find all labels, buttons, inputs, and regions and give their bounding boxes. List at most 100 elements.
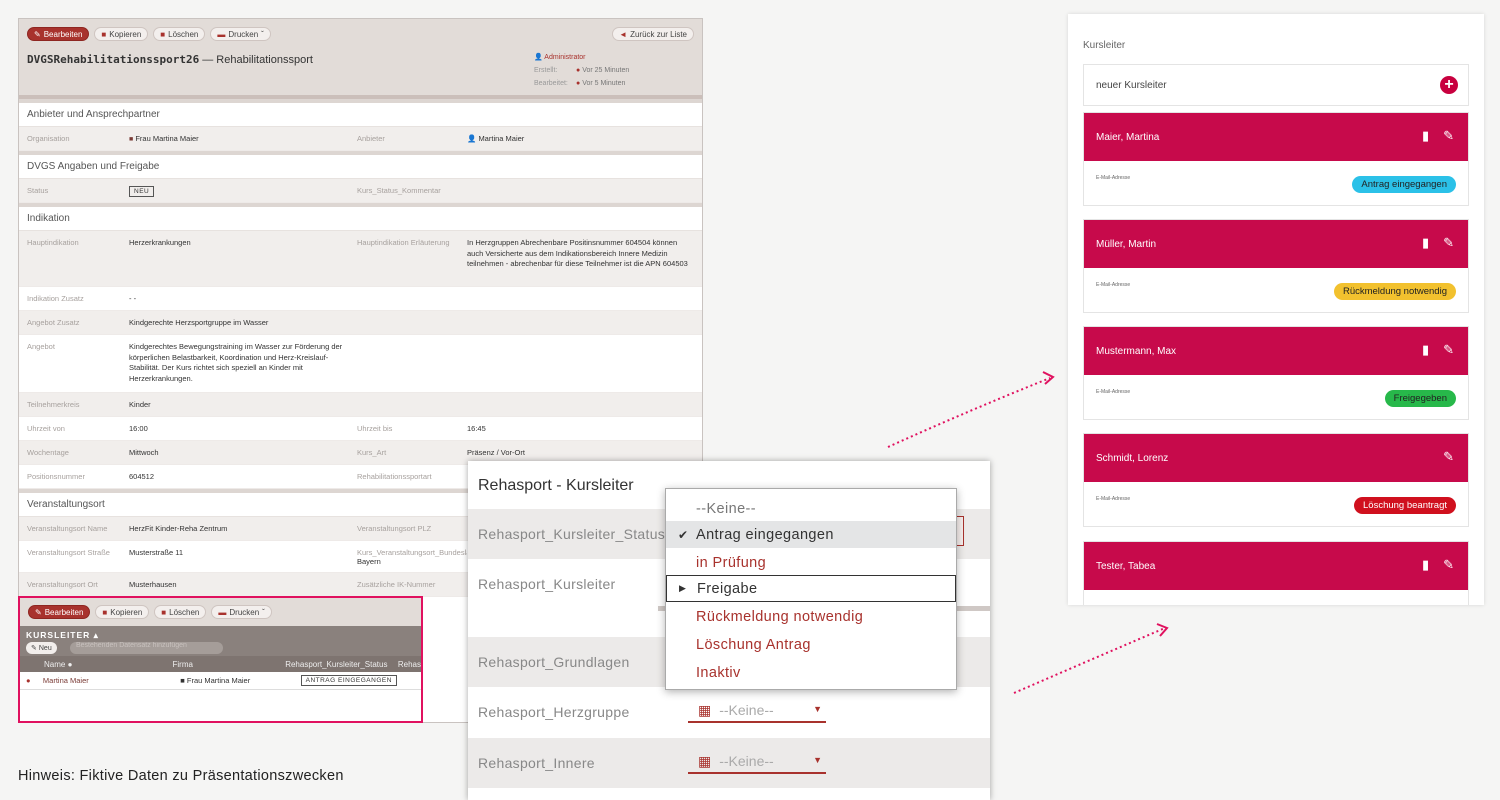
option-in-review[interactable]: in Prüfung <box>666 549 956 576</box>
card-body: E-Mail-Adresse Freigegeben <box>1084 375 1468 421</box>
trash-icon[interactable]: ▮ <box>1422 557 1429 573</box>
copy-button[interactable]: ■ Kopieren <box>94 27 149 41</box>
option-feedback[interactable]: Rückmeldung notwendig <box>666 603 956 630</box>
section-title: DVGS Angaben und Freigabe <box>19 155 702 179</box>
pencil-icon: ✎ <box>34 29 41 39</box>
org-link[interactable]: Frau Martina Maier <box>135 134 198 143</box>
column-company[interactable]: Firma <box>173 660 286 669</box>
arrow-left-icon: ◄ <box>619 29 628 39</box>
new-kursleiter-row[interactable]: neuer Kursleiter + <box>1083 64 1469 106</box>
status-badge: Löschung beantragt <box>1354 497 1456 514</box>
copy-icon: ■ <box>102 607 108 617</box>
subpanel-toolbar: ✎ Bearbeiten ■ Kopieren ■ Löschen ▬ Drucken ˇ <box>20 598 421 626</box>
section-dvgs: DVGS Angaben und Freigabe Status NEU Kur… <box>19 151 702 203</box>
field-value: Kinder <box>129 400 151 409</box>
status-badge: Rückmeldung notwendig <box>1333 283 1456 300</box>
add-existing-button[interactable]: Bestehenden Datensatz hinzufügen <box>70 642 223 654</box>
status-dropdown[interactable]: --Keine-- ✔ Antrag eingegangen in Prüfung… <box>665 488 957 690</box>
delete-button[interactable]: ■ Löschen <box>153 27 206 41</box>
record-code: DVGSRehabilitationssport26 <box>27 53 200 66</box>
card-name: Müller, Martin <box>1096 238 1157 250</box>
copy-button[interactable]: ■ Kopieren <box>95 605 150 619</box>
created-value: Vor 25 Minuten <box>582 67 630 74</box>
info-icon: ● <box>576 67 581 74</box>
new-button[interactable]: ✎ Neu <box>26 642 57 654</box>
heart-row: Rehasport_Herzgruppe ▦ --Keine-- ▼ <box>468 687 990 737</box>
owner-link[interactable]: Administrator <box>544 54 585 61</box>
pencil-icon[interactable]: ✎ <box>1443 557 1454 573</box>
user-icon: 👤 <box>467 134 477 143</box>
print-label: Drucken <box>229 607 260 617</box>
arrow-lower-to-cards <box>1013 627 1166 694</box>
select-value: --Keine-- <box>719 753 774 769</box>
print-button[interactable]: ▬ Drucken ˇ <box>211 605 272 619</box>
trash-icon[interactable]: ▮ <box>1422 342 1429 358</box>
field-label: Kurs_Art <box>357 448 387 457</box>
option-received[interactable]: ✔ Antrag eingegangen <box>666 521 956 548</box>
status-badge: Antrag eingegangen <box>1352 176 1456 193</box>
field-label: Angebot Zusatz <box>27 318 80 327</box>
edit-button[interactable]: ✎ Bearbeiten <box>28 605 91 619</box>
kursleiter-subpanel: ✎ Bearbeiten ■ Kopieren ■ Löschen ▬ Drucken ˇ… <box>18 596 423 723</box>
card-header: Maier, Martina ▮ ✎ <box>1084 113 1468 161</box>
option-label: Rückmeldung notwendig <box>696 608 864 625</box>
pencil-icon[interactable]: ✎ <box>1443 235 1454 251</box>
edit-button[interactable]: ✎ Bearbeiten <box>27 27 90 41</box>
new-label: Neu <box>38 644 52 652</box>
pencil-icon[interactable]: ✎ <box>1443 449 1454 465</box>
record-toolbar: ✎ Bearbeiten ■ Kopieren ■ Löschen ▬ Drucken ˇ… <box>19 19 702 49</box>
chevron-down-icon: ˇ <box>261 29 264 39</box>
pencil-icon[interactable]: ✎ <box>1443 128 1454 144</box>
field-label: Veranstaltungsort Name <box>27 524 108 533</box>
table-row[interactable]: ● Martina Maier ■ Frau Martina Maier ANT… <box>20 672 421 690</box>
field-label: Veranstaltungsort Straße <box>27 548 110 557</box>
option-label: --Keine-- <box>696 500 756 517</box>
kursleiter-card: Müller, Martin ▮ ✎ E-Mail-Adresse Rückmel… <box>1083 219 1469 313</box>
printer-icon: ▬ <box>218 607 227 617</box>
trash-icon[interactable]: ▮ <box>1422 235 1429 251</box>
option-approval[interactable]: ▶ Freigabe <box>666 575 956 602</box>
option-none[interactable]: --Keine-- <box>666 495 956 522</box>
card-header: Mustermann, Max ▮ ✎ <box>1084 327 1468 375</box>
field-row: Angebot Kindgerechtes Bewegungstraining … <box>19 335 702 393</box>
arrow-zoom-to-cards <box>887 377 1051 448</box>
column-name[interactable]: Name ● <box>20 660 173 669</box>
copy-label: Kopieren <box>110 607 143 617</box>
panel-title: Kursleiter <box>1083 40 1126 51</box>
print-button[interactable]: ▬ Drucken ˇ <box>210 27 271 41</box>
field-label: Uhrzeit von <box>27 424 65 433</box>
field-value[interactable]: 👤 Martina Maier <box>467 134 692 145</box>
pencil-icon[interactable]: ✎ <box>1443 342 1454 358</box>
field-label: Positionsnummer <box>27 472 85 481</box>
record-name: — Rehabilitationssport <box>202 54 313 66</box>
field-value: Musterstraße 11 <box>129 548 184 557</box>
heart-select[interactable]: ▦ --Keine-- ▼ <box>688 699 826 723</box>
option-inactive[interactable]: Inaktiv <box>666 659 956 686</box>
row-name-link[interactable]: Martina Maier <box>43 676 180 685</box>
card-body: E-Mail-Adresse Rückmeldung notwendig <box>1084 268 1468 314</box>
column-more[interactable]: Rehas <box>398 660 421 669</box>
column-status[interactable]: Rehasport_Kursleiter_Status <box>285 660 398 669</box>
info-icon: ● <box>26 676 31 685</box>
option-label: in Prüfung <box>696 554 767 571</box>
back-to-list-button[interactable]: ◄ Zurück zur Liste <box>612 27 694 41</box>
inner-select[interactable]: ▦ --Keine-- ▼ <box>688 750 826 774</box>
trash-icon[interactable]: ▮ <box>1422 128 1429 144</box>
field-label: Veranstaltungsort Ort <box>27 580 98 589</box>
edited-label: Bearbeitet: <box>534 80 568 87</box>
subpanel-title[interactable]: KURSLEITER ▴ <box>26 630 99 641</box>
field-value: HerzFit Kinder-Reha Zentrum <box>129 524 228 533</box>
plus-icon[interactable]: + <box>1440 76 1458 94</box>
delete-button[interactable]: ■ Löschen <box>154 605 207 619</box>
field-row: Hauptindikation Herzerkrankungen Hauptin… <box>19 231 702 287</box>
triangle-right-icon: ▶ <box>679 583 687 593</box>
option-deletion[interactable]: Löschung Antrag <box>666 631 956 658</box>
field-value[interactable]: ■ Frau Martina Maier <box>129 134 357 146</box>
field-label: Angebot <box>27 342 55 351</box>
card-name: Schmidt, Lorenz <box>1096 452 1169 464</box>
status-badge: Freigegeben <box>1384 390 1456 407</box>
field-value: Mittwoch <box>129 448 159 457</box>
field-value: 604512 <box>129 472 155 481</box>
provider-link[interactable]: Martina Maier <box>478 134 524 143</box>
card-name: Maier, Martina <box>1096 131 1160 143</box>
